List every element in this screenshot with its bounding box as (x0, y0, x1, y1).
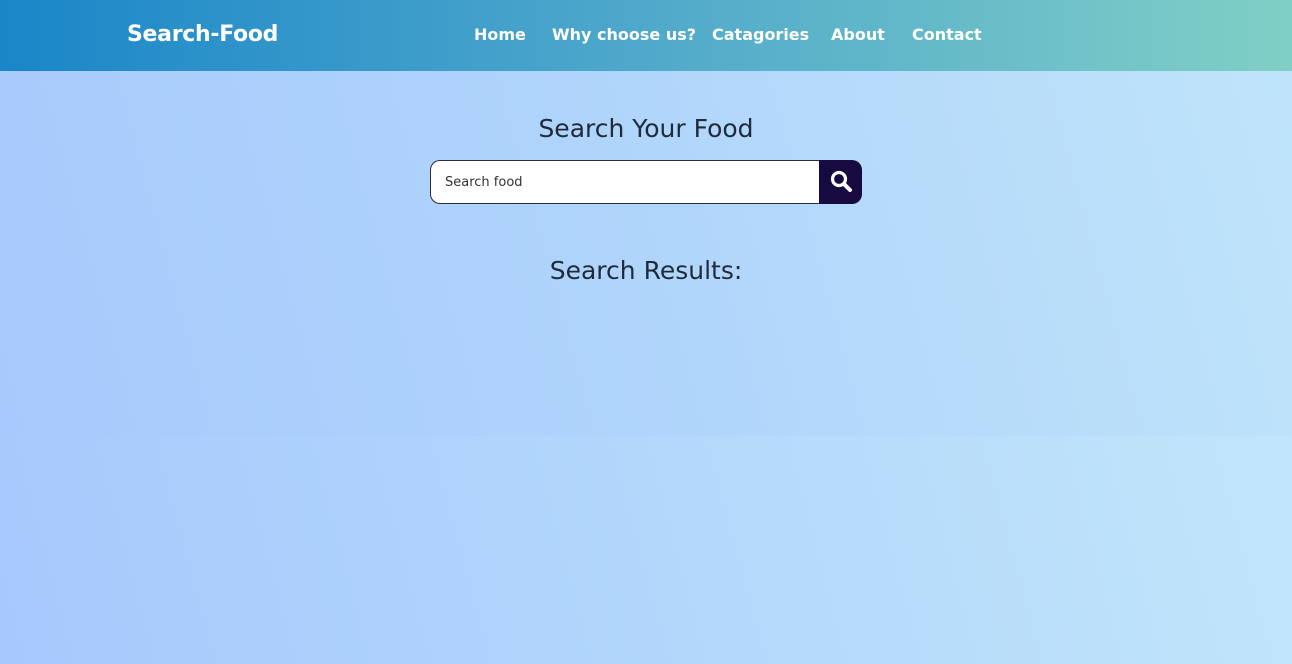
search-icon (829, 169, 853, 196)
nav-link-about[interactable]: About (831, 24, 885, 46)
search-input[interactable] (430, 160, 820, 204)
nav-link-home[interactable]: Home (474, 24, 526, 46)
nav-link-categories[interactable]: Catagories (712, 24, 809, 46)
search-button[interactable] (819, 160, 862, 204)
brand-logo[interactable]: Search-Food (127, 20, 278, 50)
nav-link-why-choose-us[interactable]: Why choose us? (552, 24, 696, 46)
nav-link-contact[interactable]: Contact (912, 24, 982, 46)
search-results-list (0, 300, 1292, 430)
search-results-title: Search Results: (549, 256, 743, 285)
search-title: Search Your Food (538, 114, 754, 143)
navbar: Search-Food Home Why choose us? Catagori… (0, 0, 1292, 71)
